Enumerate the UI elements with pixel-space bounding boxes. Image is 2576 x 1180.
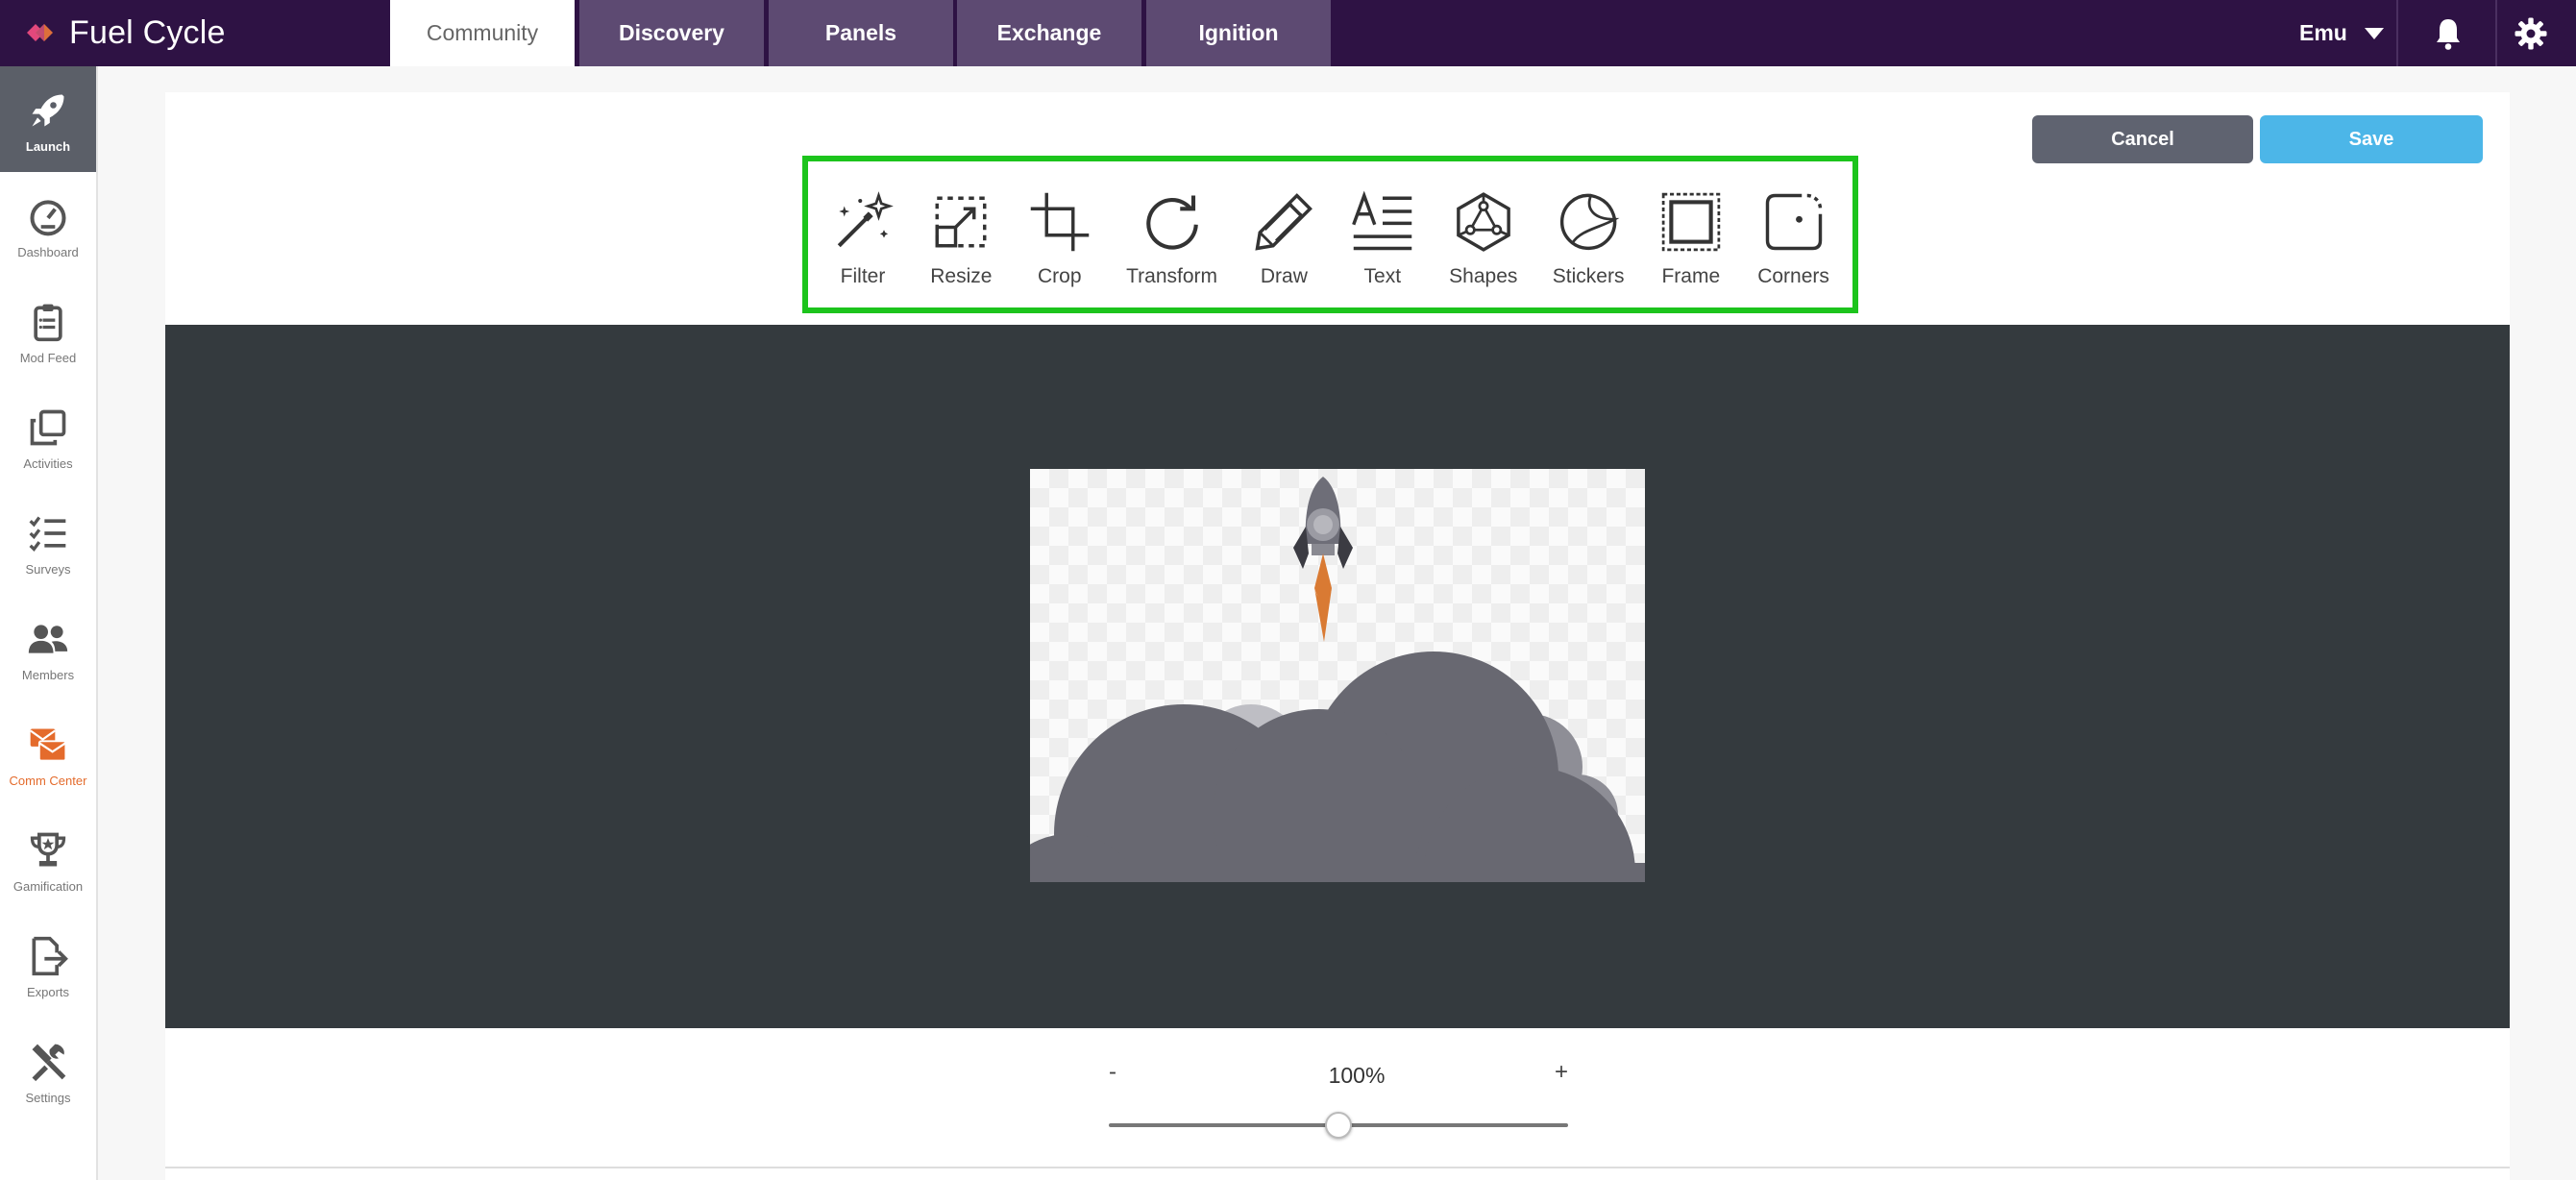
editor-canvas[interactable] <box>165 325 2510 1028</box>
tools-icon <box>32 1044 66 1082</box>
sidebar-item-members[interactable]: Members <box>0 595 96 701</box>
tool-label: Crop <box>1037 265 1082 287</box>
tab-label: Exchange <box>996 20 1102 45</box>
sidebar-item-dashboard[interactable]: Dashboard <box>0 172 96 278</box>
sidebar-item-label: Members <box>21 668 75 682</box>
tool-text[interactable]: Text <box>1351 161 1414 307</box>
clipboard-icon <box>34 304 62 342</box>
top-navigation-bar: Fuel Cycle Community Discovery Panels Ex… <box>0 0 2576 66</box>
brand-name: Fuel Cycle <box>69 13 226 51</box>
rocket <box>1293 477 1353 642</box>
gear-icon[interactable] <box>2514 16 2548 51</box>
trophy-icon <box>30 832 66 867</box>
tool-label: Shapes <box>1449 265 1518 287</box>
image-editor-panel: Cancel Save Filter Resize Crop Transform… <box>165 92 2510 1180</box>
tab-label: Ignition <box>1198 20 1279 45</box>
editor-toolbar: Filter Resize Crop Transform Draw Text S… <box>802 156 1858 313</box>
sidebar-item-gamification[interactable]: Gamification <box>0 806 96 912</box>
envelopes-icon <box>30 728 67 762</box>
magic-wand-icon <box>837 191 894 248</box>
corners-icon <box>1765 193 1822 251</box>
sidebar-item-label: Settings <box>25 1091 71 1105</box>
zoom-in-button[interactable]: + <box>1555 1059 1568 1086</box>
tab-label: Community <box>426 20 539 45</box>
sidebar-item-comm-center[interactable]: Comm Center <box>0 701 96 806</box>
tab-panels[interactable]: Panels <box>769 0 953 66</box>
tab-discovery[interactable]: Discovery <box>579 0 764 66</box>
zoom-level: 100% <box>1328 1063 1386 1088</box>
text-icon <box>1351 190 1412 251</box>
shapes-icon <box>1456 192 1510 252</box>
sidebar-item-settings[interactable]: Settings <box>0 1018 96 1123</box>
user-name: Emu <box>2299 20 2347 45</box>
pencil-icon <box>1255 193 1313 251</box>
copy-icon <box>30 409 66 446</box>
sidebar-item-activities[interactable]: Activities <box>0 383 96 489</box>
left-sidebar: Launch Dashboard Mod Feed Activities Sur… <box>0 66 98 1180</box>
smoke-clouds <box>1030 651 1645 882</box>
tool-label: Transform <box>1126 265 1218 287</box>
crop-icon <box>1030 192 1089 252</box>
tab-exchange[interactable]: Exchange <box>957 0 1141 66</box>
tool-resize[interactable]: Resize <box>929 161 993 307</box>
save-button[interactable]: Save <box>2260 115 2483 163</box>
brand-logo[interactable]: Fuel Cycle <box>25 13 226 52</box>
sidebar-item-mod-feed[interactable]: Mod Feed <box>0 278 96 383</box>
tool-label: Frame <box>1661 265 1721 287</box>
tab-label: Discovery <box>619 20 724 45</box>
divider <box>2396 0 2398 66</box>
sidebar-item-exports[interactable]: Exports <box>0 912 96 1018</box>
sidebar-item-label: Gamification <box>12 879 84 894</box>
zoom-slider-thumb[interactable] <box>1325 1112 1352 1139</box>
tool-corners[interactable]: Corners <box>1757 161 1829 307</box>
tool-label: Resize <box>930 265 993 287</box>
tool-shapes[interactable]: Shapes <box>1449 161 1517 307</box>
export-icon <box>32 936 68 976</box>
chevron-down-icon <box>2364 27 2384 39</box>
tool-crop[interactable]: Crop <box>1028 161 1092 307</box>
resize-icon <box>935 196 987 248</box>
sidebar-item-label: Launch <box>25 139 71 154</box>
tool-frame[interactable]: Frame <box>1659 161 1723 307</box>
checklist-icon <box>29 516 66 553</box>
sticker-icon <box>1560 193 1620 251</box>
tool-draw[interactable]: Draw <box>1252 161 1315 307</box>
tool-label: Filter <box>840 265 886 287</box>
tool-label: Stickers <box>1552 265 1625 287</box>
sidebar-item-label: Exports <box>26 985 70 999</box>
sidebar-item-label: Surveys <box>25 562 71 577</box>
gauge-icon <box>30 200 66 236</box>
fuel-cycle-logo-icon <box>27 24 53 41</box>
sidebar-item-surveys[interactable]: Surveys <box>0 489 96 595</box>
sidebar-item-label: Mod Feed <box>19 351 77 365</box>
tool-label: Text <box>1363 265 1402 287</box>
tool-stickers[interactable]: Stickers <box>1552 161 1625 307</box>
tool-filter[interactable]: Filter <box>831 161 895 307</box>
zoom-out-button[interactable]: - <box>1109 1059 1116 1086</box>
sidebar-item-label: Comm Center <box>9 774 87 788</box>
tab-label: Panels <box>824 20 897 45</box>
rocket-launch-illustration <box>1030 477 1645 882</box>
sidebar-item-launch[interactable]: Launch <box>0 66 96 172</box>
bell-icon[interactable] <box>2431 16 2466 51</box>
people-icon <box>28 625 68 653</box>
cancel-button[interactable]: Cancel <box>2032 115 2253 163</box>
tool-transform[interactable]: Transform <box>1126 161 1217 307</box>
tab-community[interactable]: Community <box>390 0 575 66</box>
frame-icon <box>1661 192 1721 252</box>
tool-label: Corners <box>1757 265 1829 287</box>
divider <box>2495 0 2497 66</box>
rotate-icon <box>1145 195 1198 250</box>
image-preview[interactable] <box>1030 469 1645 882</box>
user-menu[interactable]: Emu <box>2299 0 2384 66</box>
sidebar-item-label: Dashboard <box>17 245 79 259</box>
sidebar-item-label: Activities <box>23 456 73 471</box>
rocket-icon <box>32 94 64 127</box>
divider <box>165 1167 2510 1168</box>
tab-ignition[interactable]: Ignition <box>1146 0 1331 66</box>
tool-label: Draw <box>1260 265 1308 287</box>
